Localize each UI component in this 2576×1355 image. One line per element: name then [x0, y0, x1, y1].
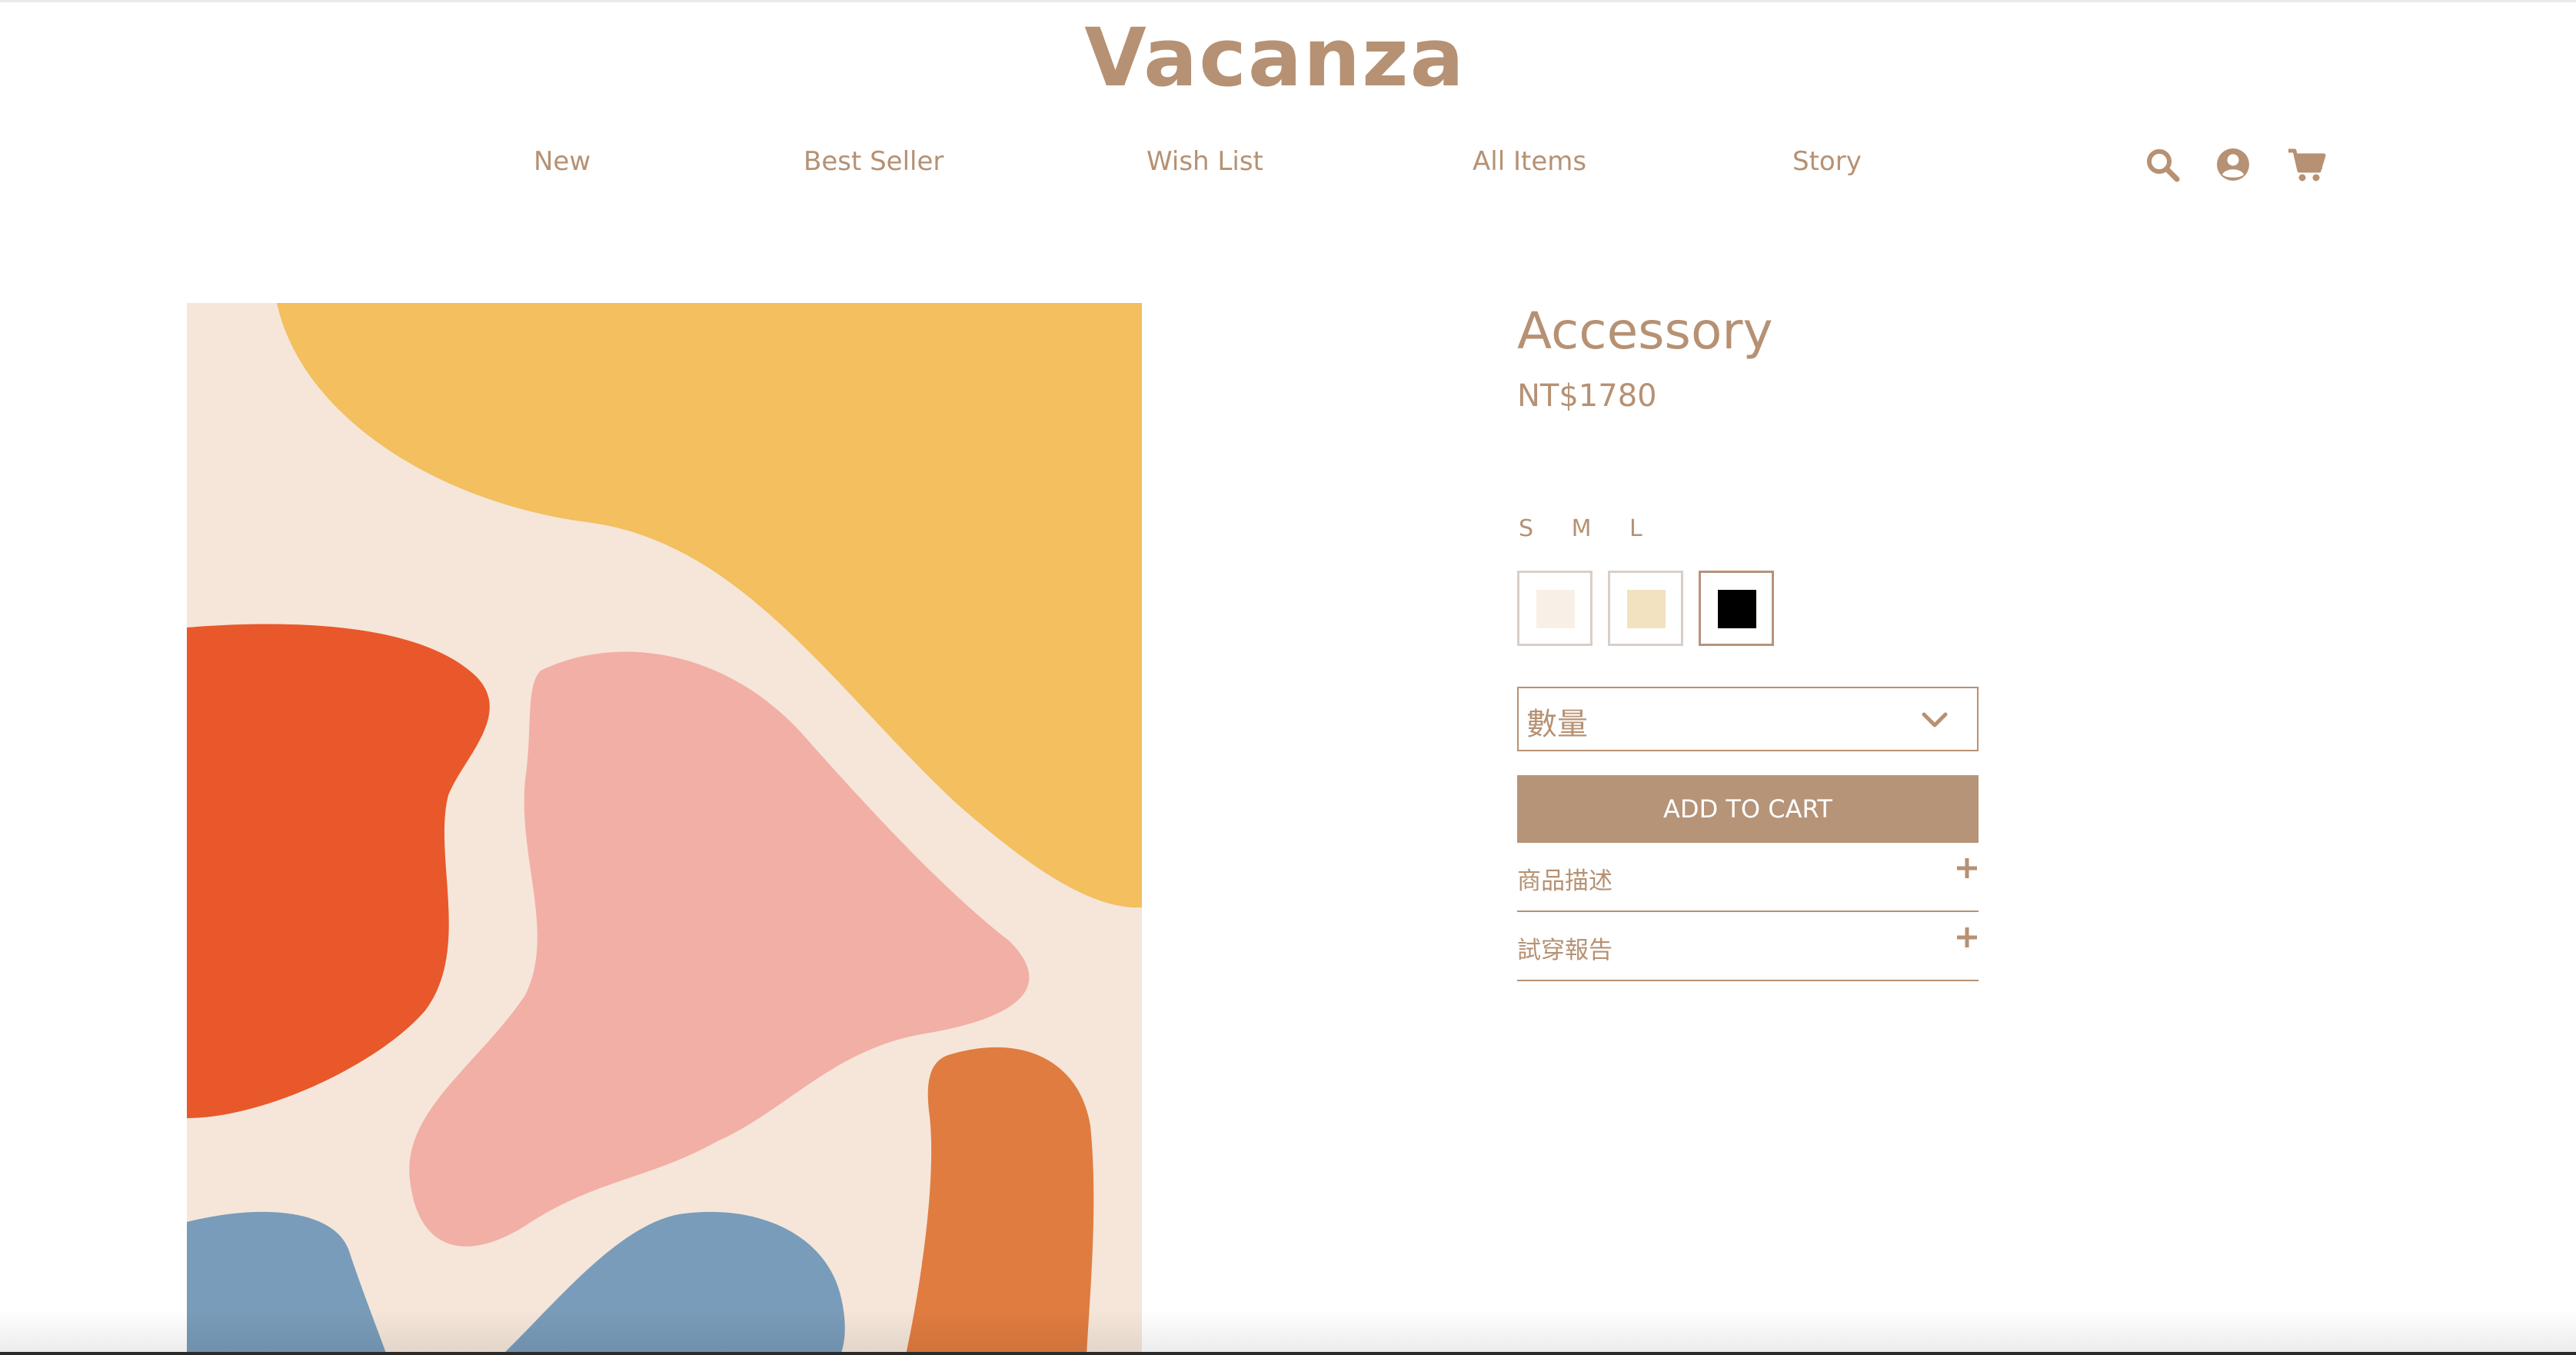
- size-options[interactable]: S M L: [1519, 515, 1658, 542]
- brand-logo[interactable]: Vacanza: [0, 11, 2550, 105]
- search-icon[interactable]: [2144, 146, 2181, 183]
- product-page: Vacanza New Best Seller Wish List All It…: [0, 0, 2576, 1355]
- color-swatch-beige[interactable]: [1608, 571, 1683, 646]
- quantity-select[interactable]: 數量: [1517, 687, 1979, 751]
- chevron-down-icon: [1920, 705, 1949, 734]
- accordion-description-label: 商品描述: [1517, 867, 1612, 895]
- abstract-art: [187, 303, 1142, 1355]
- accordion-fitting-report-label: 試穿報告: [1517, 937, 1612, 964]
- accordion-fitting-report[interactable]: 試穿報告: [1517, 912, 1979, 981]
- nav-item-story[interactable]: Story: [1792, 146, 1862, 177]
- color-swatch-black[interactable]: [1699, 571, 1774, 646]
- nav-item-new[interactable]: New: [534, 146, 591, 177]
- quantity-placeholder: 數量: [1526, 707, 1588, 742]
- color-swatch-cream[interactable]: [1517, 571, 1593, 646]
- color-chip: [1718, 590, 1756, 628]
- accordion-description[interactable]: 商品描述: [1517, 843, 1979, 912]
- cart-icon[interactable]: [2287, 146, 2326, 183]
- plus-icon[interactable]: [1955, 857, 1979, 880]
- product-image: [187, 303, 1142, 1355]
- main-nav: New Best Seller Wish List All Items Stor…: [0, 146, 2576, 185]
- bottom-shadow: [0, 1309, 2576, 1355]
- plus-icon[interactable]: [1955, 926, 1979, 949]
- product-title: Accessory: [1517, 301, 1773, 361]
- window-bottom-edge: [0, 1352, 2576, 1355]
- nav-item-wish-list[interactable]: Wish List: [1147, 146, 1263, 177]
- top-border: [0, 0, 2576, 2]
- user-icon[interactable]: [2215, 146, 2252, 183]
- nav-item-all-items[interactable]: All Items: [1473, 146, 1586, 177]
- color-chip: [1627, 590, 1666, 628]
- color-chip: [1536, 590, 1575, 628]
- product-price: NT$1780: [1517, 378, 1657, 414]
- add-to-cart-button[interactable]: ADD TO CART: [1517, 775, 1979, 843]
- nav-item-best-seller[interactable]: Best Seller: [804, 146, 944, 177]
